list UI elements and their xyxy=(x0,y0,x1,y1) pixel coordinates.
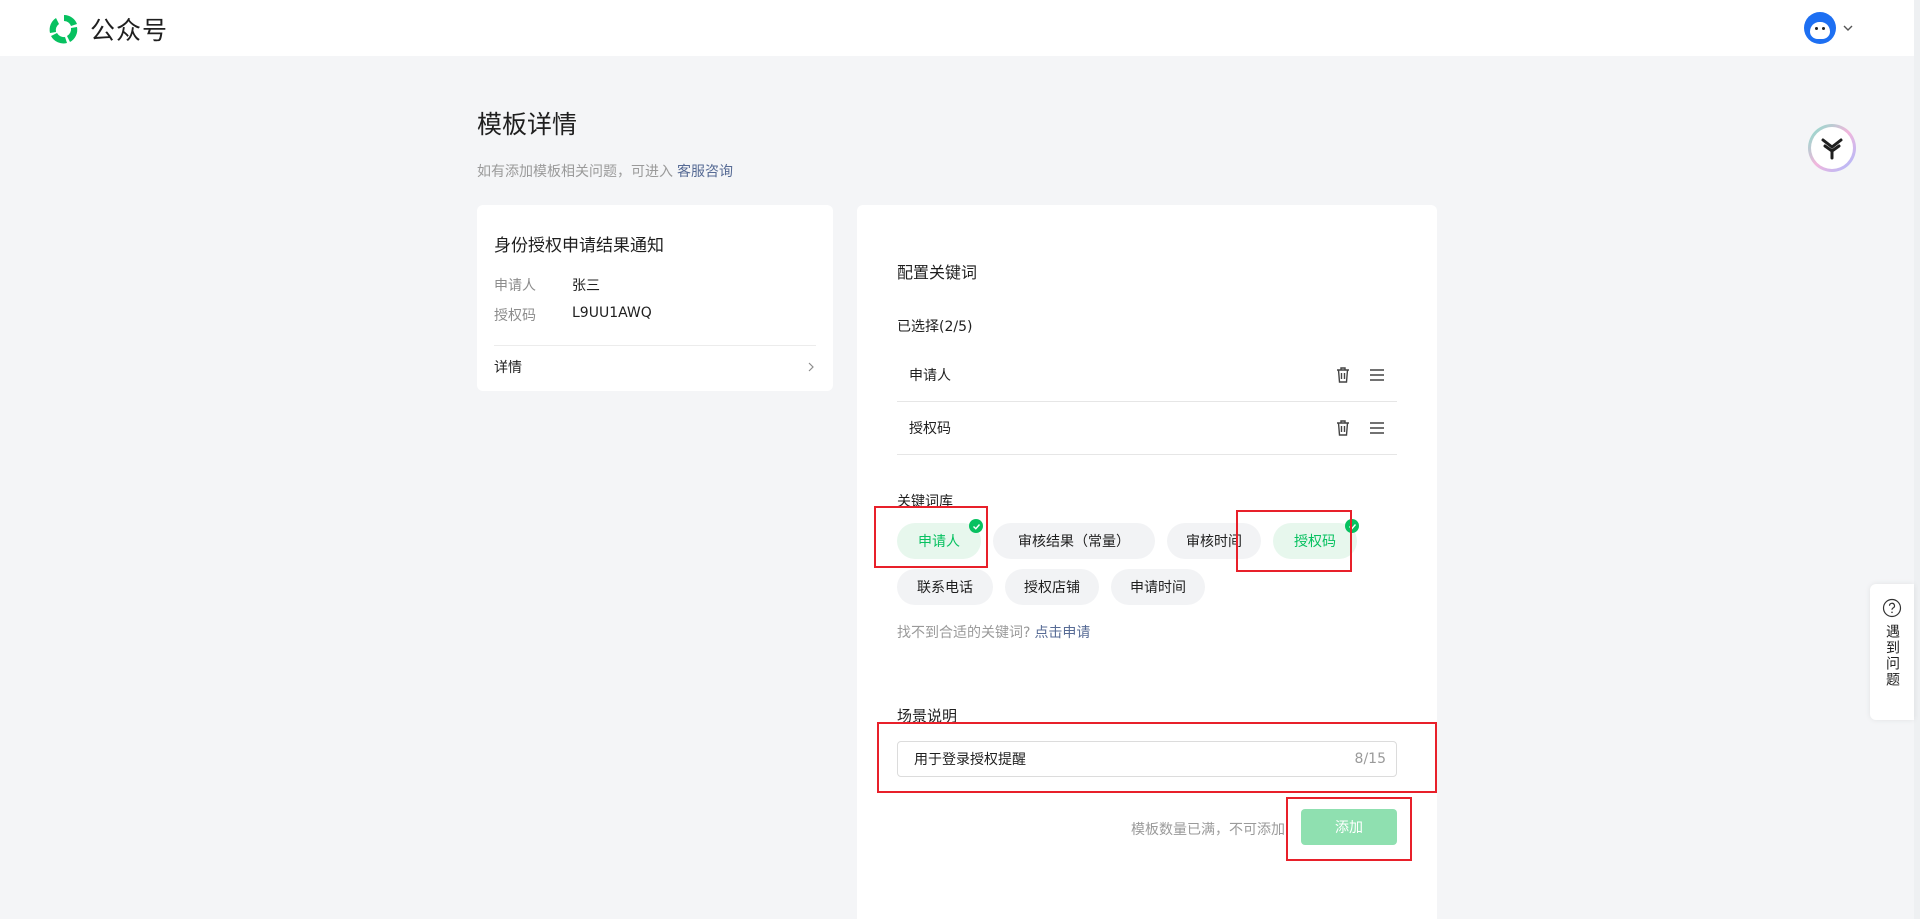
page-title: 模板详情 xyxy=(477,110,578,139)
field-value: 张三 xyxy=(572,278,600,294)
keyword-chip-label: 申请时间 xyxy=(1130,580,1186,596)
missing-keyword-hint: 找不到合适的关键词? 点击申请 xyxy=(897,622,1090,642)
field-value: L9UU1AWQ xyxy=(572,305,652,321)
template-full-tip: 模板数量已满，不可添加 xyxy=(1131,822,1285,838)
detail-link[interactable]: 详情 xyxy=(494,357,816,377)
field-row: 申请人 张三 xyxy=(494,275,600,295)
app-name: 公众号 xyxy=(90,16,169,45)
keyword-chip-label: 联系电话 xyxy=(917,580,973,596)
keyword-chip-label: 审核时间 xyxy=(1186,534,1242,550)
page-hint: 如有添加模板相关问题，可进入 客服咨询 xyxy=(477,161,733,181)
brand[interactable]: 公众号 xyxy=(46,11,168,47)
selected-count-label: 已选择(2/5) xyxy=(897,319,973,335)
keyword-chip-label: 授权店铺 xyxy=(1024,580,1080,596)
field-key: 授权码 xyxy=(494,308,536,324)
highlight-box xyxy=(1236,510,1352,572)
account-menu[interactable] xyxy=(1804,12,1854,44)
field-row: 授权码 L9UU1AWQ xyxy=(494,305,652,325)
keyword-chip-label: 审核结果（常量） xyxy=(1018,534,1130,550)
highlight-box xyxy=(877,722,1437,793)
page-hint-text: 如有添加模板相关问题，可进入 xyxy=(477,164,673,180)
drag-handle-icon[interactable] xyxy=(1367,418,1387,438)
chevron-right-icon xyxy=(808,362,814,372)
template-preview-card: 身份授权申请结果通知 申请人 张三 授权码 L9UU1AWQ 详情 xyxy=(477,205,833,391)
help-tab-label: 遇到问题 xyxy=(1884,624,1900,688)
trash-icon[interactable] xyxy=(1333,365,1353,385)
trash-icon[interactable] xyxy=(1333,418,1353,438)
highlight-box xyxy=(1286,797,1412,861)
customer-service-link[interactable]: 客服咨询 xyxy=(677,164,733,180)
chevron-down-icon[interactable] xyxy=(1842,22,1854,34)
highlight-box xyxy=(874,506,988,568)
apply-keyword-link[interactable]: 点击申请 xyxy=(1034,625,1090,641)
selected-keyword-label: 申请人 xyxy=(909,368,951,384)
top-bar: 公众号 xyxy=(0,0,1914,56)
avatar-icon[interactable] xyxy=(1804,12,1836,44)
assistant-button[interactable] xyxy=(1808,124,1856,172)
selected-keyword-row[interactable]: 授权码 xyxy=(897,402,1397,455)
selected-keyword-label: 授权码 xyxy=(909,421,951,437)
template-title: 身份授权申请结果通知 xyxy=(494,236,664,256)
page-scrollbar[interactable] xyxy=(1914,0,1920,919)
help-tab[interactable]: 遇到问题 xyxy=(1870,584,1914,720)
config-title: 配置关键词 xyxy=(897,263,978,282)
drag-handle-icon[interactable] xyxy=(1367,365,1387,385)
detail-label: 详情 xyxy=(494,360,522,376)
selected-keyword-row[interactable]: 申请人 xyxy=(897,349,1397,402)
keyword-chip[interactable]: 审核结果（常量） xyxy=(993,523,1155,559)
assistant-icon xyxy=(1821,138,1843,160)
keyword-chip[interactable]: 授权店铺 xyxy=(1005,569,1099,605)
keyword-chip[interactable]: 申请时间 xyxy=(1111,569,1205,605)
app-logo-icon xyxy=(49,15,78,44)
divider xyxy=(494,345,816,346)
field-key: 申请人 xyxy=(494,278,536,294)
question-icon xyxy=(1882,598,1902,618)
missing-keyword-text: 找不到合适的关键词? xyxy=(897,625,1031,641)
keyword-chip[interactable]: 联系电话 xyxy=(897,569,993,605)
